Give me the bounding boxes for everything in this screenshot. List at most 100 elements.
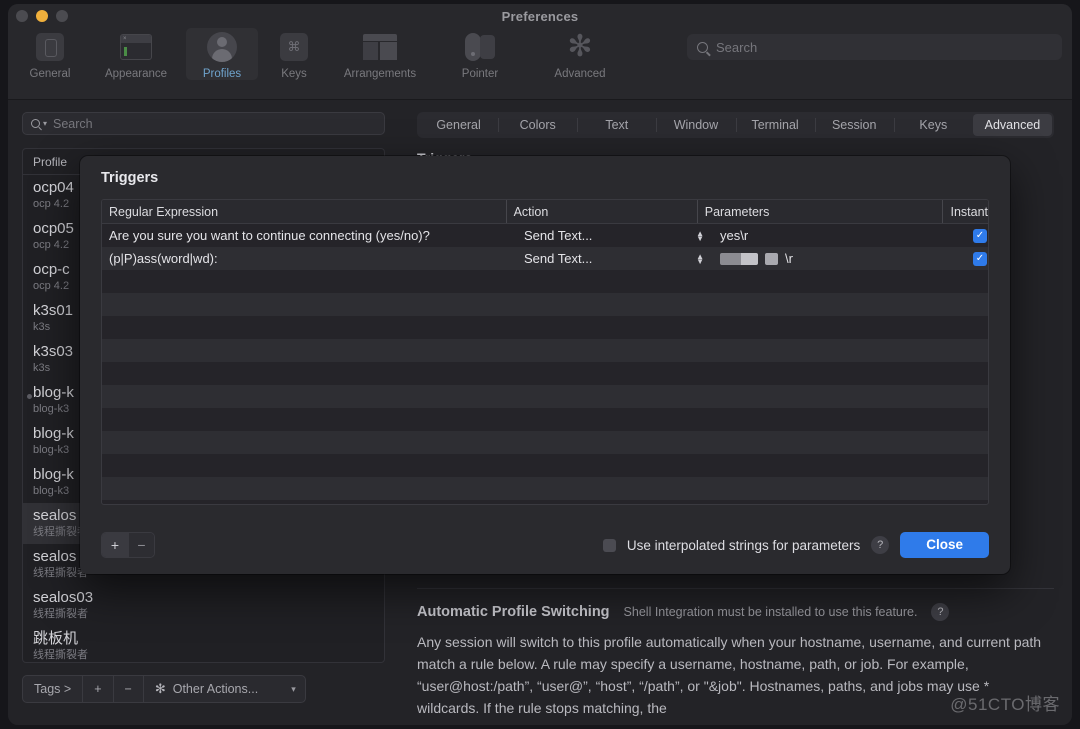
cell-instant[interactable]: ✓ [965,251,988,266]
stepper-icon[interactable]: ▲ ▼ [696,229,704,242]
help-icon[interactable]: ? [931,603,950,621]
interpolated-strings-checkbox[interactable] [602,538,616,552]
toolbar-item-profiles[interactable]: Profiles [186,28,258,80]
add-profile-button[interactable]: + [83,676,114,702]
status-dot [27,394,32,399]
toolbar-label: Keys [281,68,307,80]
profile-sub: 线程撕裂者 [33,649,88,661]
cell-parameters[interactable]: \r [713,251,965,266]
tab-colors[interactable]: Colors [498,114,577,136]
table-row-empty[interactable] [102,339,988,362]
close-button[interactable]: Close [900,532,989,558]
triggers-dialog: Triggers Regular Expression Action Param… [80,156,1010,574]
table-row-empty[interactable] [102,477,988,500]
profile-sub: 线程撕裂者 [33,608,88,620]
titlebar: Preferences General × Appearance Profile… [8,4,1072,100]
tab-terminal[interactable]: Terminal [735,114,815,136]
toolbar-label: Advanced [554,68,606,80]
window-title: Preferences [501,9,579,24]
cell-action[interactable]: Send Text... ▲ ▼ [517,251,713,266]
toolbar-item-pointer[interactable]: Pointer [430,28,530,80]
tab-advanced[interactable]: Advanced [972,114,1052,136]
column-header-instant[interactable]: Instant [943,200,988,223]
stepper-icon[interactable]: ▲ ▼ [696,252,704,265]
keys-icon: ⌘ [277,32,311,62]
cell-action-label: Send Text... [524,228,593,243]
cell-instant[interactable]: ✓ [965,228,988,243]
toolbar-label: Profiles [202,68,242,80]
table-row-empty[interactable] [102,316,988,339]
aps-header: Automatic Profile Switching Shell Integr… [417,603,1054,621]
table-row-empty[interactable] [102,270,988,293]
instant-checkbox[interactable]: ✓ [973,228,987,243]
cell-parameter-value: yes\r [720,228,749,243]
toolbar-item-appearance[interactable]: × Appearance [86,28,186,80]
toolbar-search-field[interactable]: Search [687,34,1062,60]
tab-text[interactable]: Text [577,114,656,136]
triggers-table[interactable]: Regular Expression Action Parameters Ins… [101,199,989,505]
divider [417,588,1054,589]
interpolated-strings-label: Use interpolated strings for parameters [626,537,861,553]
arrangements-icon [363,32,397,62]
remove-trigger-button[interactable]: − [128,533,154,557]
tab-window[interactable]: Window [656,114,735,136]
toolbar-label: Arrangements [343,68,417,80]
table-row-empty[interactable] [102,293,988,316]
pointer-icon [463,32,497,62]
list-item[interactable]: 跳板机 线程撕裂者 [23,626,384,662]
tab-session[interactable]: Session [814,114,894,136]
toolbar-item-arrangements[interactable]: Arrangements [330,28,430,80]
cell-parameters[interactable]: yes\r [713,228,965,243]
other-actions-button[interactable]: ✻ Other Actions... ▾ [144,676,305,702]
toolbar-item-general[interactable]: General [14,28,86,80]
profile-column-header-label: Profile [33,154,68,169]
appearance-icon: × [119,32,153,62]
toolbar-item-advanced[interactable]: ✻ Advanced [530,28,630,81]
tags-button[interactable]: Tags > [23,676,84,702]
table-row-empty[interactable] [102,362,988,385]
column-header-action[interactable]: Action [507,200,698,223]
instant-checkbox[interactable]: ✓ [973,251,987,266]
toolbar-search-placeholder: Search [716,39,758,55]
tab-general[interactable]: General [419,114,498,136]
profile-search-placeholder: Search [53,116,93,131]
cell-parameter-value: \r [785,251,793,266]
aps-title: Automatic Profile Switching [417,604,610,620]
table-row-empty[interactable] [102,431,988,454]
table-row[interactable]: Are you sure you want to continue connec… [102,224,988,247]
profile-name: sealos03 [33,589,94,606]
tab-keys[interactable]: Keys [893,114,973,136]
search-icon [31,119,40,128]
column-header-parameters[interactable]: Parameters [698,200,944,223]
advanced-gear-icon: ✻ [567,30,593,63]
dialog-title: Triggers [101,170,159,186]
general-icon [33,32,67,62]
list-item[interactable]: sealos03 线程撕裂者 [23,585,384,626]
remove-profile-button[interactable]: − [114,676,144,702]
chevron-down-icon: ▾ [291,683,296,694]
cell-action[interactable]: Send Text... ▲ ▼ [517,228,713,243]
settings-tabbar: General Colors Text Window Terminal Sess… [417,112,1054,138]
cell-regex[interactable]: (p|P)ass(word|wd): [102,251,517,266]
table-row-empty[interactable] [102,454,988,477]
dialog-footer: + − Use interpolated strings for paramet… [101,532,989,558]
search-icon [697,41,708,53]
toolbar-label: Appearance [104,68,168,80]
toolbar-label: Pointer [461,68,499,80]
chevron-down-icon[interactable]: ▾ [43,119,47,128]
profiles-icon [205,32,239,62]
toolbar-item-keys[interactable]: ⌘ Keys [258,28,330,80]
table-header-row: Regular Expression Action Parameters Ins… [102,200,988,224]
table-row-empty[interactable] [102,408,988,431]
help-icon[interactable]: ? [871,536,890,554]
redacted-value-block [765,252,778,265]
table-row[interactable]: (p|P)ass(word|wd): Send Text... ▲ ▼ \r ✓ [102,247,988,270]
profile-search-input[interactable]: ▾ Search [22,112,385,135]
toolbar: General × Appearance Profiles ⌘ Keys Arr… [8,28,630,80]
redacted-value-block [720,252,758,265]
cell-regex[interactable]: Are you sure you want to continue connec… [102,228,517,243]
watermark: @51CTO博客 [950,695,1060,714]
add-trigger-button[interactable]: + [102,533,128,557]
column-header-regex[interactable]: Regular Expression [102,200,507,223]
table-row-empty[interactable] [102,385,988,408]
